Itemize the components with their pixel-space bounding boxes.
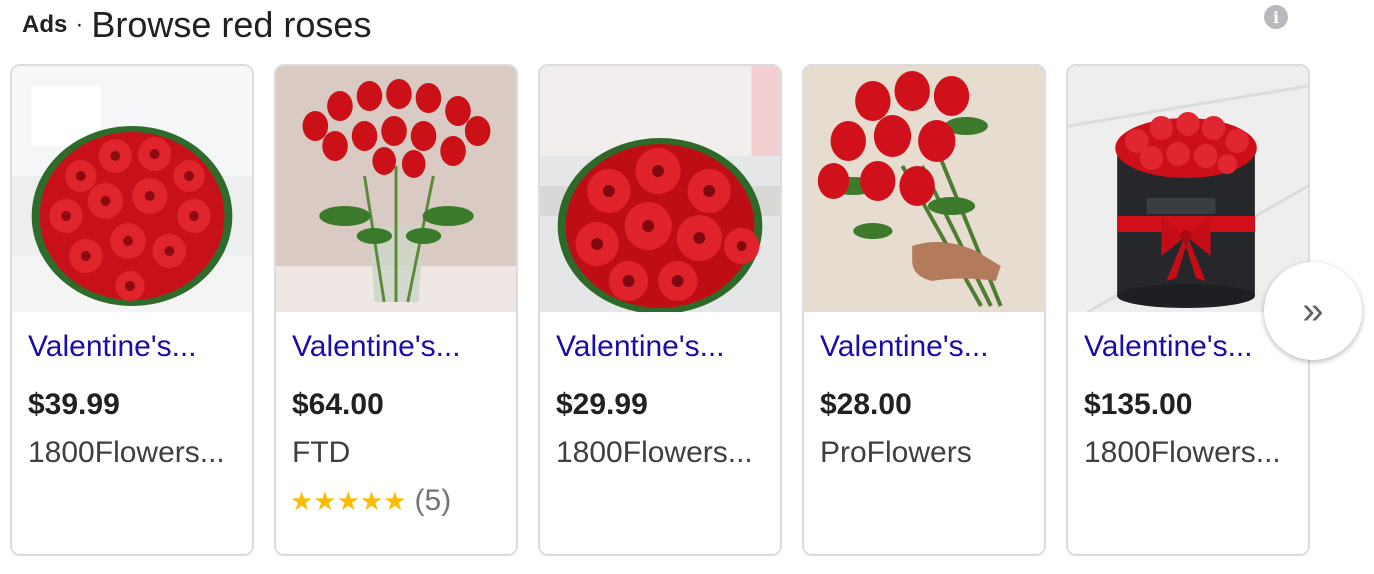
product-seller: 1800Flowers... bbox=[28, 436, 225, 469]
product-seller: 1800Flowers... bbox=[556, 436, 753, 469]
product-card-2[interactable]: Valentine's... $64.00 FTD ★★★★★ (5) bbox=[274, 64, 518, 556]
product-name[interactable]: Valentine's... bbox=[820, 330, 1032, 364]
product-image-3[interactable] bbox=[540, 66, 780, 312]
product-seller: FTD bbox=[292, 436, 351, 469]
double-chevron-right-icon: » bbox=[1302, 289, 1324, 332]
product-image-1[interactable] bbox=[12, 66, 252, 312]
star-rating-icon: ★★★★★ bbox=[290, 485, 407, 516]
ads-header: Ads · Browse red roses bbox=[22, 0, 371, 50]
product-card-4[interactable]: Valentine's... $28.00 ProFlowers bbox=[802, 64, 1046, 556]
product-seller: ProFlowers bbox=[820, 436, 972, 469]
product-price: $135.00 bbox=[1084, 388, 1193, 421]
product-card-3[interactable]: Valentine's... $29.99 1800Flowers... bbox=[538, 64, 782, 556]
next-arrow-button[interactable]: » bbox=[1264, 262, 1362, 360]
product-card-1[interactable]: Valentine's... $39.99 1800Flowers... bbox=[10, 64, 254, 556]
product-image-5[interactable] bbox=[1068, 66, 1308, 312]
product-image-4[interactable] bbox=[804, 66, 1044, 312]
product-price: $29.99 bbox=[556, 388, 648, 421]
info-icon[interactable]: i bbox=[1264, 5, 1288, 29]
product-image-2[interactable] bbox=[276, 66, 516, 312]
product-name[interactable]: Valentine's... bbox=[556, 330, 768, 364]
section-title: Browse red roses bbox=[91, 4, 372, 45]
product-rating: ★★★★★ (5) bbox=[290, 484, 451, 518]
product-price: $28.00 bbox=[820, 388, 912, 421]
review-count: (5) bbox=[414, 484, 452, 517]
product-price: $64.00 bbox=[292, 388, 384, 421]
product-seller: 1800Flowers... bbox=[1084, 436, 1281, 469]
separator: · bbox=[75, 11, 84, 38]
product-name[interactable]: Valentine's... bbox=[28, 330, 240, 364]
ads-label: Ads bbox=[22, 11, 68, 38]
product-name[interactable]: Valentine's... bbox=[292, 330, 504, 364]
product-price: $39.99 bbox=[28, 388, 120, 421]
product-name[interactable]: Valentine's... bbox=[1084, 330, 1296, 364]
